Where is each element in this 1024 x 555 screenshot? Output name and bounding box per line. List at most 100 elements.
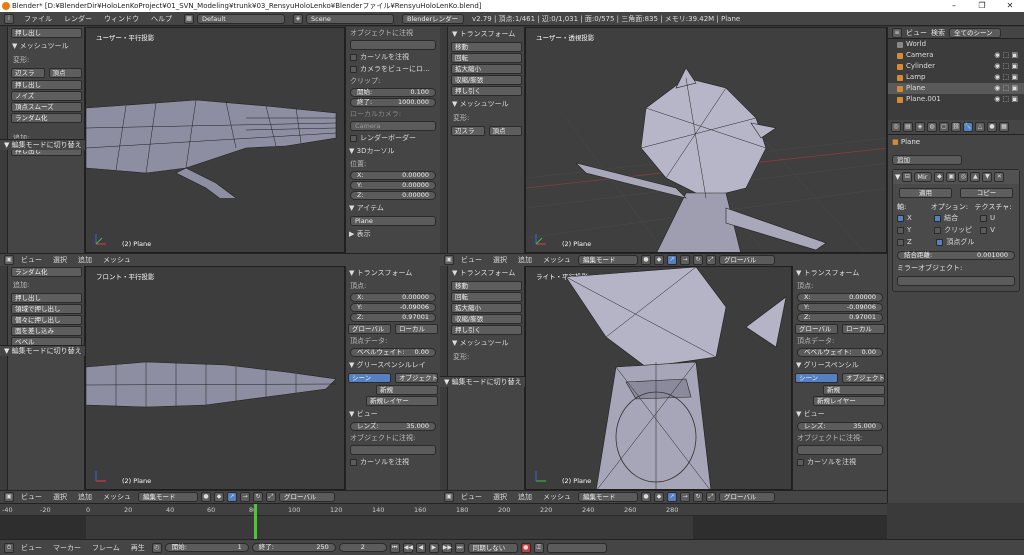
display-header[interactable]: ▶ 表示 xyxy=(346,227,440,241)
close-button[interactable]: ✕ xyxy=(996,0,1024,12)
menu-render[interactable]: レンダー xyxy=(58,12,98,26)
orientation-select[interactable]: グローバル xyxy=(279,492,335,502)
local-toggle[interactable]: ローカル xyxy=(842,324,885,334)
cursor-y-field[interactable]: Y: 0.00000 xyxy=(350,181,436,190)
vertex-x-field[interactable]: X: 0.00000 xyxy=(350,293,436,302)
manipulator-icon[interactable]: ↗ xyxy=(667,492,677,502)
cursor-x-field[interactable]: X: 0.00000 xyxy=(350,171,436,180)
transform-header[interactable]: ▼ トランスフォーム xyxy=(449,27,524,41)
menu-add[interactable]: 追加 xyxy=(74,492,96,502)
vertex-x-field[interactable]: X: 0.00000 xyxy=(797,293,883,302)
clipping-checkbox[interactable]: クリッピ xyxy=(930,224,976,236)
global-toggle[interactable]: グローバル xyxy=(348,324,391,334)
axis-z-checkbox[interactable]: Z xyxy=(893,236,932,248)
scale-button[interactable]: 拡大縮小 xyxy=(451,303,522,313)
global-toggle[interactable]: グローバル xyxy=(795,324,838,334)
menu-playback[interactable]: 再生 xyxy=(127,543,149,553)
move-down-icon[interactable]: ▼ xyxy=(982,172,993,182)
constraint-tab-icon[interactable]: ⛓ xyxy=(951,122,961,132)
merge-distance-field[interactable]: 結合距離: 0.001000 xyxy=(897,251,1015,260)
scale-icon[interactable]: ⤢ xyxy=(706,255,716,265)
edge-slide-button[interactable]: 辺スラ xyxy=(451,126,485,136)
shrink-fatten-button[interactable]: 収縮/膨張 xyxy=(451,314,522,324)
keyingset-icon[interactable]: ⚿ xyxy=(533,542,544,553)
visibility-icons[interactable]: ◉ ⬚ ▣ xyxy=(994,61,1018,72)
pivot-icon[interactable]: ◆ xyxy=(654,255,664,265)
push-pull-button[interactable]: 押し引く xyxy=(451,325,522,335)
end-frame-field[interactable]: 終了: 250 xyxy=(251,543,336,552)
mode-select[interactable]: 編集モード xyxy=(578,255,638,265)
viewport-top-left[interactable]: ユーザー・平行投影 (2) Plane xyxy=(85,27,345,253)
last-operator-panel-tl[interactable]: ▼ 編集モードに切り替え xyxy=(0,139,85,150)
inset-faces-button[interactable]: 面を差し込み xyxy=(11,326,82,336)
gp-new-layer-button[interactable]: 新規レイヤー xyxy=(813,396,885,406)
transform-header[interactable]: ▼ トランスフォーム xyxy=(346,266,440,280)
local-toggle[interactable]: ローカル xyxy=(395,324,438,334)
manipulator-icon[interactable]: ↗ xyxy=(227,492,237,502)
keying-set-field[interactable] xyxy=(546,542,607,553)
menu-select[interactable]: 選択 xyxy=(489,255,511,265)
viewport-bottom-right[interactable]: ライト・平行投影 (2) Plane xyxy=(525,266,792,490)
menu-mesh[interactable]: メッシュ xyxy=(539,492,575,502)
manipulator-icon[interactable]: ↗ xyxy=(667,255,677,265)
lock-cursor-checkbox[interactable]: カーソルを注視 xyxy=(346,456,440,468)
copy-button[interactable]: コピー xyxy=(960,188,1013,198)
texture-u-checkbox[interactable]: U xyxy=(976,212,1019,224)
rotate-icon[interactable]: ↻ xyxy=(693,255,703,265)
texture-v-checkbox[interactable]: V xyxy=(976,224,1019,236)
visibility-icons[interactable]: ◉ ⬚ ▣ xyxy=(994,72,1018,83)
vertex-group-checkbox[interactable]: 頂点グル xyxy=(932,236,1019,248)
add-modifier-select[interactable]: 追加 xyxy=(892,155,962,165)
material-tab-icon[interactable]: ● xyxy=(987,122,997,132)
gp-new-layer-button[interactable]: 新規レイヤー xyxy=(366,396,438,406)
extrude-button-top[interactable]: 押し出し xyxy=(11,28,82,38)
outliner-item-lamp[interactable]: Lamp ◉ ⬚ ▣ xyxy=(888,72,1024,83)
render-tab-icon[interactable]: ◎ xyxy=(891,122,901,132)
item-name-field[interactable]: Plane xyxy=(350,216,436,226)
menu-view[interactable]: ビュー xyxy=(17,255,46,265)
jump-end-icon[interactable]: ⏭ xyxy=(454,542,465,553)
texture-tab-icon[interactable]: ▦ xyxy=(999,122,1009,132)
clip-start-field[interactable]: 開始: 0.100 xyxy=(350,88,436,97)
smooth-vertex-button[interactable]: 頂点スムーズ xyxy=(11,102,82,112)
viewport-top-right[interactable]: ユーザー・透視投影 (2) Plane xyxy=(525,27,887,253)
lens-field[interactable]: レンズ: 35.000 xyxy=(797,422,883,431)
jump-start-icon[interactable]: ⏮ xyxy=(389,542,400,553)
editor-type-icon[interactable]: ▣ xyxy=(444,492,454,502)
vertex-slide-button[interactable]: 頂点 xyxy=(488,126,522,136)
maximize-button[interactable]: ❐ xyxy=(968,0,996,12)
vertex-z-field[interactable]: Z: 0.97001 xyxy=(797,313,883,322)
menu-view[interactable]: ビュー xyxy=(17,492,46,502)
menu-add[interactable]: 追加 xyxy=(514,255,536,265)
cursor-z-field[interactable]: Z: 0.00000 xyxy=(350,191,436,200)
lock-object-field[interactable] xyxy=(797,445,883,455)
menu-view[interactable]: ビュー xyxy=(457,492,486,502)
lens-field[interactable]: レンズ: 35.000 xyxy=(350,422,436,431)
play-icon[interactable]: ▶ xyxy=(428,542,439,553)
minimize-button[interactable]: – xyxy=(940,0,968,12)
editor-type-icon[interactable]: ▣ xyxy=(4,255,14,265)
extrude-button[interactable]: 押し出し xyxy=(11,293,82,303)
visibility-icons[interactable]: ◉ ⬚ ▣ xyxy=(994,94,1018,105)
outliner-filter-select[interactable]: 全てのシーン xyxy=(949,27,1001,38)
menu-select[interactable]: 選択 xyxy=(49,492,71,502)
outliner-menu-view[interactable]: ビュー xyxy=(906,28,927,38)
grease-pencil-header[interactable]: ▼ グリースペンシル xyxy=(793,358,887,372)
screen-layout-field[interactable]: Default xyxy=(197,13,285,24)
gp-scene-toggle[interactable]: シーン xyxy=(795,373,838,383)
move-up-icon[interactable]: ▲ xyxy=(970,172,981,182)
mesh-tools-header[interactable]: ▼ メッシュツール xyxy=(449,336,524,350)
randomize-button[interactable]: ランダム化 xyxy=(11,113,82,123)
translate-icon[interactable]: → xyxy=(240,492,250,502)
preview-range-icon[interactable]: ◴ xyxy=(151,542,162,553)
outliner-item-camera[interactable]: Camera ◉ ⬚ ▣ xyxy=(888,50,1024,61)
collapse-arrow-icon[interactable]: ▼ xyxy=(895,173,900,181)
lock-cursor-checkbox[interactable]: カーソルを注視 xyxy=(793,456,887,468)
gp-new-button[interactable]: 新規 xyxy=(823,385,885,395)
layers-tab-icon[interactable]: ▤ xyxy=(903,122,913,132)
scale-icon[interactable]: ⤢ xyxy=(706,492,716,502)
menu-add[interactable]: 追加 xyxy=(514,492,536,502)
prev-keyframe-icon[interactable]: ◀◀ xyxy=(402,542,413,553)
lock-camera-checkbox[interactable]: カメラをビューにロ... xyxy=(346,63,440,75)
merge-checkbox[interactable]: 結合 xyxy=(930,212,976,224)
